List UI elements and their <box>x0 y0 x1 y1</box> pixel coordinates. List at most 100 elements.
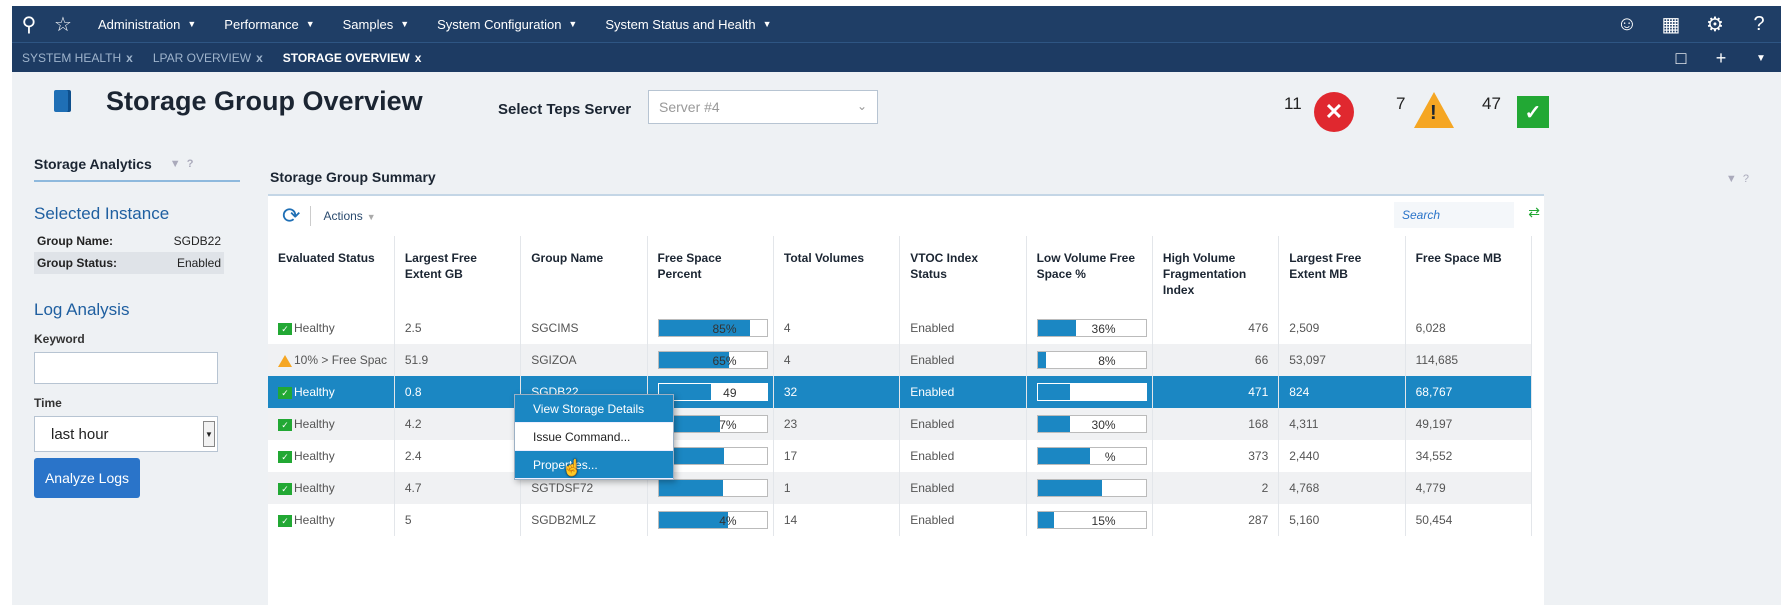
cell-value: Enabled <box>910 385 955 399</box>
user-icon[interactable]: ☺ <box>1605 6 1649 42</box>
menu-item-properties[interactable]: Properties... <box>515 451 673 479</box>
panel-title: Storage Analytics <box>34 156 152 172</box>
cell-value: 471 <box>1248 385 1269 399</box>
keyword-input[interactable] <box>34 352 218 384</box>
columns-toggle-icon[interactable]: ⇄ <box>1528 204 1540 221</box>
table-toolbar: ⟳ Actions ▼ Search ⇄ <box>268 196 1544 236</box>
column-header[interactable]: Free Space MB <box>1405 236 1533 312</box>
table-row[interactable]: ✓ Healthy 2.5 SGCIMS 85% 4 Enabled 36% 476 2,509 6… <box>268 312 1533 344</box>
selected-instance-title: Selected Instance <box>34 204 170 223</box>
column-header[interactable]: Evaluated Status <box>268 236 395 312</box>
menu-system-configuration[interactable]: System Configuration ▼ <box>437 17 577 32</box>
close-icon[interactable]: x <box>256 51 263 65</box>
chevron-down-icon[interactable]: ▼ <box>1741 53 1781 64</box>
column-header[interactable]: Largest Free Extent MB <box>1278 236 1406 312</box>
dropdown-arrow-icon[interactable]: ▼ <box>203 421 215 447</box>
table-row[interactable]: ✓ Healthy 4.7 SGTDSF72 1 Enabled 2 4,768 4,779 <box>268 472 1533 504</box>
column-header[interactable]: Free Space Percent <box>647 236 774 312</box>
vtoc-index-status-cell: Enabled <box>899 408 1027 440</box>
close-icon[interactable]: x <box>126 51 133 65</box>
status-cell: ✓ Healthy <box>268 312 395 344</box>
column-header[interactable]: VTOC Index Status <box>899 236 1027 312</box>
chevron-down-icon: ▼ <box>305 19 315 29</box>
menu-item-view-storage-details[interactable]: View Storage Details <box>515 395 673 423</box>
table-row[interactable]: 10% > Free Spac 51.9 SGIZOA 65% 4 Enabled 8% 66… <box>268 344 1533 376</box>
table-row[interactable]: ✓ Healthy 0.8 SGDB22 49 32 Enabled 471 824 68,767 <box>268 376 1533 408</box>
menu-label: Performance <box>224 16 299 32</box>
menu-administration[interactable]: Administration ▼ <box>98 17 196 32</box>
search-icon[interactable]: ⚲ <box>12 6 46 42</box>
apps-grid-icon[interactable]: ▦ <box>1649 6 1693 42</box>
cell-value: 51.9 <box>404 353 429 367</box>
close-icon[interactable]: x <box>415 51 422 65</box>
cell-value: 114,685 <box>1415 353 1459 367</box>
context-menu: View Storage Details Issue Command... Pr… <box>514 394 674 480</box>
tab-system-health[interactable]: SYSTEM HEALTH x <box>12 51 143 65</box>
tab-storage-overview[interactable]: STORAGE OVERVIEW x <box>273 51 432 65</box>
free-space-mb-cell: 49,197 <box>1405 408 1533 440</box>
teps-server-select[interactable]: Server #4 ⌄ <box>648 90 878 124</box>
screen: ⚲ ☆ Administration ▼ Performance ▼ Samples… <box>12 6 1781 605</box>
column-header[interactable]: Largest Free Extent GB <box>394 236 522 312</box>
tab-lpar-overview[interactable]: LPAR OVERVIEW x <box>143 51 273 65</box>
fragmentation-index-cell: 471 <box>1152 376 1280 408</box>
cell-value: SGCIMS <box>531 321 579 335</box>
help-icon[interactable]: ? <box>1737 6 1781 42</box>
chevron-down-icon: ▼ <box>762 19 772 29</box>
free-space-percent-cell: 4% <box>647 504 774 536</box>
cell-value: 373 <box>1248 449 1269 463</box>
panel-tools-icon[interactable]: ▼ ? <box>1726 173 1749 185</box>
menu-item-issue-command[interactable]: Issue Command... <box>515 423 673 451</box>
cell-value: 4.2 <box>404 417 422 431</box>
actions-menu[interactable]: Actions ▼ <box>323 209 375 223</box>
column-header[interactable]: Group Name <box>520 236 648 312</box>
column-header[interactable]: Total Volumes <box>773 236 901 312</box>
cell-value: 5,160 <box>1289 513 1320 527</box>
refresh-icon[interactable]: ⟳ <box>282 203 300 229</box>
critical-icon[interactable]: ✕ <box>1314 92 1354 132</box>
status-cell: ✓ Healthy <box>268 472 395 504</box>
status-cell: ✓ Healthy <box>268 504 395 536</box>
new-page-icon[interactable]: □ <box>1661 48 1701 69</box>
add-tab-icon[interactable]: + <box>1701 48 1741 69</box>
table-row[interactable]: ✓ Healthy 4.2 7% 23 Enabled 30% 168 4,311 49,197 <box>268 408 1533 440</box>
low-volume-free-space-cell: 8% <box>1026 344 1153 376</box>
chevron-down-icon: ▼ <box>568 19 578 29</box>
table-row[interactable]: ✓ Healthy 5 SGDB2MLZ 4% 14 Enabled 15% 287 5,160 5… <box>268 504 1533 536</box>
percent-bar: 7% <box>657 415 768 433</box>
menu-system-status-and-health[interactable]: System Status and Health ▼ <box>605 17 771 32</box>
fragmentation-index-cell: 287 <box>1152 504 1280 536</box>
cell-value: 2.4 <box>404 449 422 463</box>
group-name-row: Group Name: SGDB22 <box>34 230 224 252</box>
percent-bar: % <box>1036 447 1147 465</box>
tab-actions: □ + ▼ <box>1661 43 1781 73</box>
cell-value: 824 <box>1289 385 1310 399</box>
warning-icon[interactable]: ! <box>1414 92 1454 128</box>
percent-bar: 8% <box>1036 351 1147 369</box>
menu-performance[interactable]: Performance ▼ <box>224 17 314 32</box>
search-input[interactable]: Search <box>1394 202 1514 228</box>
percent-label: 15% <box>1091 514 1116 528</box>
top-right-icons: ☺ ▦ ⚙ ? <box>1605 6 1781 42</box>
percent-bar <box>1036 479 1147 497</box>
panel-tools-icon[interactable]: ▼ ? <box>170 158 194 170</box>
cell-value: 6,028 <box>1415 321 1446 335</box>
analyze-logs-button[interactable]: Analyze Logs <box>34 458 140 498</box>
fragmentation-index-cell: 66 <box>1152 344 1280 376</box>
gear-icon[interactable]: ⚙ <box>1693 6 1737 42</box>
time-select[interactable]: last hour ▼ <box>34 416 218 452</box>
menu-samples[interactable]: Samples ▼ <box>343 17 410 32</box>
star-icon[interactable]: ☆ <box>46 6 80 42</box>
storage-icon <box>54 90 68 112</box>
left-panel: Storage Analytics ▼ ? Selected Instance … <box>34 156 240 498</box>
ok-check-icon[interactable]: ✓ <box>1517 96 1549 128</box>
fragmentation-index-cell: 2 <box>1152 472 1280 504</box>
vtoc-index-status-cell: Enabled <box>899 440 1027 472</box>
column-header[interactable]: High Volume Fragmentation Index <box>1152 236 1280 312</box>
low-volume-free-space-cell: % <box>1026 440 1153 472</box>
chevron-down-icon: ▼ <box>400 19 410 29</box>
table-row[interactable]: ✓ Healthy 2.4 17 Enabled% 373 2,440 34,552 <box>268 440 1533 472</box>
column-header[interactable]: Low Volume Free Space % <box>1026 236 1153 312</box>
free-space-mb-cell: 50,454 <box>1405 504 1533 536</box>
vtoc-index-status-cell: Enabled <box>899 312 1027 344</box>
